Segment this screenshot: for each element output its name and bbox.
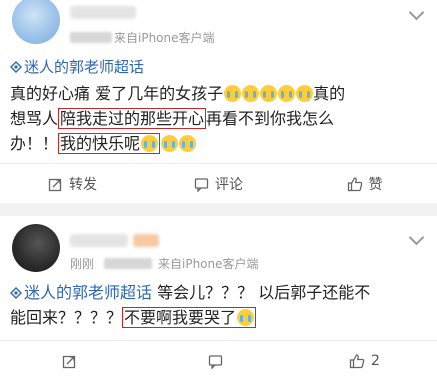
post-source: 来自iPhone客户端 <box>114 31 215 45</box>
crying-emoji-icon <box>224 85 242 102</box>
body-text-segment: 等会儿？？？ 以后郭子还能不 <box>157 283 371 302</box>
like-button[interactable]: 赞 <box>292 164 437 204</box>
username-blurred[interactable] <box>70 234 128 247</box>
body-text-segment: 真的 <box>313 84 346 103</box>
like-label: 赞 <box>368 177 383 193</box>
member-badge-blurred <box>133 234 159 247</box>
topic-link[interactable]: 迷人的郭老师超话 <box>10 56 144 77</box>
post-body: 迷人的郭老师超话 等会儿？？？ 以后郭子还能不 能回来？？？？ 不要啊我要哭了 <box>10 280 370 330</box>
crying-emoji-icon <box>278 85 296 102</box>
weibo-feed: 来自iPhone客户端 迷人的郭老师超话 真的好心痛 爱了几年的女孩子 真的 想骂… <box>0 0 437 381</box>
crying-emoji-icon <box>242 85 260 102</box>
comment-button[interactable] <box>146 341 291 381</box>
post-body: 真的好心痛 爱了几年的女孩子 真的 想骂人 陪我走过的那些开心 再看不到你我怎么 办！… <box>10 81 345 156</box>
body-text-segment: 能回来？？？？ <box>10 308 123 327</box>
thumbs-up-icon <box>347 177 362 192</box>
highlighted-text: 我的快乐呢 <box>58 133 161 154</box>
highlighted-text: 陪我走过的那些开心 <box>58 108 207 129</box>
highlighted-text: 不要啊我要哭了 <box>122 307 257 328</box>
topic-link[interactable]: 迷人的郭老师超话 <box>10 283 152 302</box>
action-bar: 转发 评论 赞 <box>0 163 437 204</box>
post-card[interactable]: 来自iPhone客户端 迷人的郭老师超话 真的好心痛 爱了几年的女孩子 真的 想骂… <box>0 0 437 203</box>
topic-label: 迷人的郭老师超话 <box>24 283 153 302</box>
comment-label: 评论 <box>215 177 243 193</box>
crying-emoji-icon <box>161 135 179 152</box>
body-text-segment: 再看不到你我怎么 <box>206 109 335 128</box>
repost-button[interactable] <box>0 341 145 381</box>
repost-icon <box>48 178 62 191</box>
like-button[interactable]: 2 <box>292 341 437 381</box>
crying-emoji-icon <box>296 85 314 102</box>
comment-button[interactable]: 评论 <box>146 164 291 204</box>
chevron-down-icon[interactable] <box>408 229 425 246</box>
post-time: 刚刚 <box>70 257 95 271</box>
action-bar: 2 <box>0 340 437 381</box>
body-text-segment: 想骂人 <box>10 109 59 128</box>
avatar[interactable] <box>12 224 60 272</box>
location-blurred <box>104 258 152 269</box>
username-blurred[interactable] <box>70 6 136 19</box>
topic-label: 迷人的郭老师超话 <box>24 58 145 76</box>
comment-icon <box>208 354 223 369</box>
crying-emoji-icon <box>141 135 159 152</box>
supertopic-diamond-icon <box>10 61 22 73</box>
crying-emoji-icon <box>260 85 278 102</box>
crying-emoji-icon <box>179 135 197 152</box>
supertopic-diamond-icon <box>10 287 22 299</box>
post-card[interactable]: 刚刚 来自iPhone客户端 迷人的郭老师超话 等会儿？？？ 以后郭子还能不 能… <box>0 216 437 381</box>
highlighted-text-label: 不要啊我要哭了 <box>124 308 237 327</box>
repost-label: 转发 <box>69 177 97 193</box>
post-source: 来自iPhone客户端 <box>158 257 259 271</box>
highlighted-text-label: 我的快乐呢 <box>60 134 141 153</box>
avatar[interactable] <box>12 0 60 44</box>
repost-button[interactable]: 转发 <box>0 164 145 204</box>
body-text-segment: 真的好心痛 爱了几年的女孩子 <box>10 84 224 103</box>
crying-emoji-icon <box>237 309 255 326</box>
thumbs-up-icon <box>349 354 365 369</box>
timestamp-blurred <box>70 32 112 43</box>
repost-icon <box>62 355 76 368</box>
comment-icon <box>194 177 209 192</box>
body-text-segment: 办！！ <box>10 134 59 153</box>
chevron-down-icon[interactable] <box>408 4 425 21</box>
like-count: 2 <box>371 353 380 369</box>
